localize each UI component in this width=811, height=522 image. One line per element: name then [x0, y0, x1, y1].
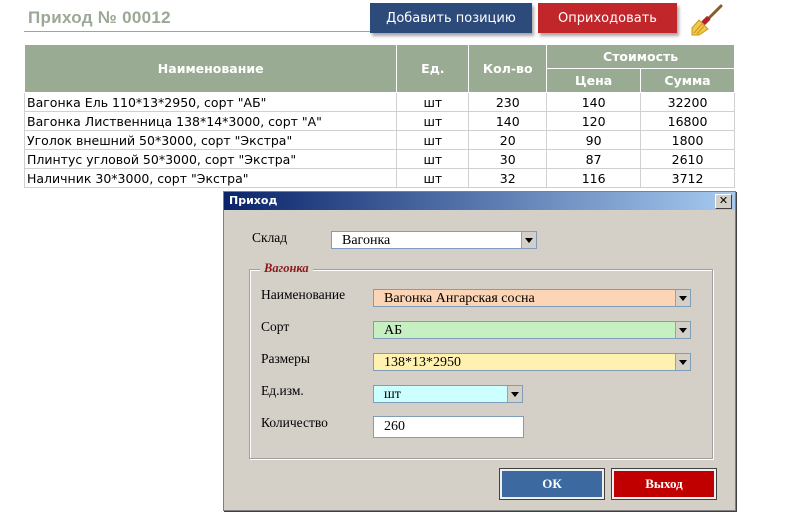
cell-qty[interactable]: 140	[468, 111, 548, 131]
ok-button[interactable]: ОК	[499, 468, 605, 500]
dialog-title: Приход	[229, 194, 278, 207]
quantity-input[interactable]: 260	[373, 416, 524, 438]
cell-sum[interactable]: 1800	[640, 130, 735, 150]
grade-select[interactable]: АБ	[373, 321, 691, 339]
cell-qty[interactable]: 20	[468, 130, 548, 150]
header-cost: Стоимость	[546, 44, 735, 69]
product-name-value: Вагонка Ангарская сосна	[384, 291, 535, 306]
cell-sum[interactable]: 16800	[640, 111, 735, 131]
cell-name[interactable]: Уголок внешний 50*3000, сорт "Экстра"	[23, 130, 398, 150]
cell-name[interactable]: Вагонка Лиственница 138*14*3000, сорт "А…	[23, 111, 398, 131]
chevron-down-icon[interactable]	[507, 386, 522, 402]
name-label: Наименование	[261, 287, 346, 302]
cell-qty[interactable]: 32	[468, 168, 548, 188]
table-row[interactable]: Наличник 30*3000, сорт "Экстра" шт 32 11…	[23, 168, 735, 188]
chevron-down-icon[interactable]	[675, 354, 690, 370]
chevron-down-icon[interactable]	[675, 290, 690, 306]
warehouse-value: Вагонка	[342, 233, 391, 248]
table-row[interactable]: Плинтус угловой 50*3000, сорт "Экстра" ш…	[23, 149, 735, 169]
cell-unit[interactable]: шт	[396, 130, 470, 150]
cell-unit[interactable]: шт	[396, 111, 470, 131]
chevron-down-icon[interactable]	[675, 322, 690, 338]
cell-price[interactable]: 90	[546, 130, 642, 150]
cell-unit[interactable]: шт	[396, 149, 470, 169]
exit-button[interactable]: Выход	[611, 468, 717, 500]
receipt-dialog: Приход ✕ Склад Вагонка Вагонка Наименова…	[223, 191, 736, 511]
group-caption: Вагонка	[260, 261, 313, 276]
quantity-value: 260	[384, 419, 405, 434]
grade-label: Сорт	[261, 319, 290, 334]
add-position-button[interactable]: Добавить позицию	[370, 3, 532, 33]
warehouse-label: Склад	[252, 230, 288, 245]
table-row[interactable]: Вагонка Ель 110*13*2950, сорт "АБ" шт 23…	[23, 92, 735, 112]
title-underline	[24, 31, 370, 32]
cell-sum[interactable]: 32200	[640, 92, 735, 112]
cell-qty[interactable]: 230	[468, 92, 548, 112]
unit-select[interactable]: шт	[373, 385, 523, 403]
unit-label: Ед.изм.	[261, 383, 304, 398]
post-receipt-button[interactable]: Оприходовать	[538, 3, 677, 33]
cell-price[interactable]: 87	[546, 149, 642, 169]
unit-value: шт	[384, 387, 401, 402]
header-name: Наименование	[23, 44, 398, 93]
size-select[interactable]: 138*13*2950	[373, 353, 691, 371]
table-row[interactable]: Уголок внешний 50*3000, сорт "Экстра" шт…	[23, 130, 735, 150]
size-value: 138*13*2950	[384, 355, 461, 370]
cell-qty[interactable]: 30	[468, 149, 548, 169]
cell-name[interactable]: Плинтус угловой 50*3000, сорт "Экстра"	[23, 149, 398, 169]
header-qty: Кол-во	[468, 44, 548, 93]
table-row[interactable]: Вагонка Лиственница 138*14*3000, сорт "А…	[23, 111, 735, 131]
items-table: Наименование Ед. Кол-во Стоимость Цена С…	[23, 44, 735, 188]
header-unit: Ед.	[396, 44, 470, 93]
page-title: Приход № 00012	[28, 8, 171, 27]
dialog-titlebar[interactable]: Приход ✕	[224, 192, 735, 210]
cell-name[interactable]: Наличник 30*3000, сорт "Экстра"	[23, 168, 398, 188]
warehouse-select[interactable]: Вагонка	[331, 231, 537, 249]
quantity-label: Количество	[261, 415, 328, 430]
cell-unit[interactable]: шт	[396, 168, 470, 188]
chevron-down-icon[interactable]	[521, 232, 536, 248]
header-sum: Сумма	[640, 68, 735, 93]
cell-price[interactable]: 116	[546, 168, 642, 188]
cell-price[interactable]: 120	[546, 111, 642, 131]
size-label: Размеры	[261, 351, 310, 366]
close-icon[interactable]: ✕	[715, 194, 732, 209]
header-price: Цена	[546, 68, 642, 93]
cell-name[interactable]: Вагонка Ель 110*13*2950, сорт "АБ"	[23, 92, 398, 112]
product-name-select[interactable]: Вагонка Ангарская сосна	[373, 289, 691, 307]
cell-sum[interactable]: 2610	[640, 149, 735, 169]
broom-icon[interactable]	[690, 4, 724, 36]
cell-sum[interactable]: 3712	[640, 168, 735, 188]
cell-price[interactable]: 140	[546, 92, 642, 112]
cell-unit[interactable]: шт	[396, 92, 470, 112]
grade-value: АБ	[384, 323, 403, 338]
